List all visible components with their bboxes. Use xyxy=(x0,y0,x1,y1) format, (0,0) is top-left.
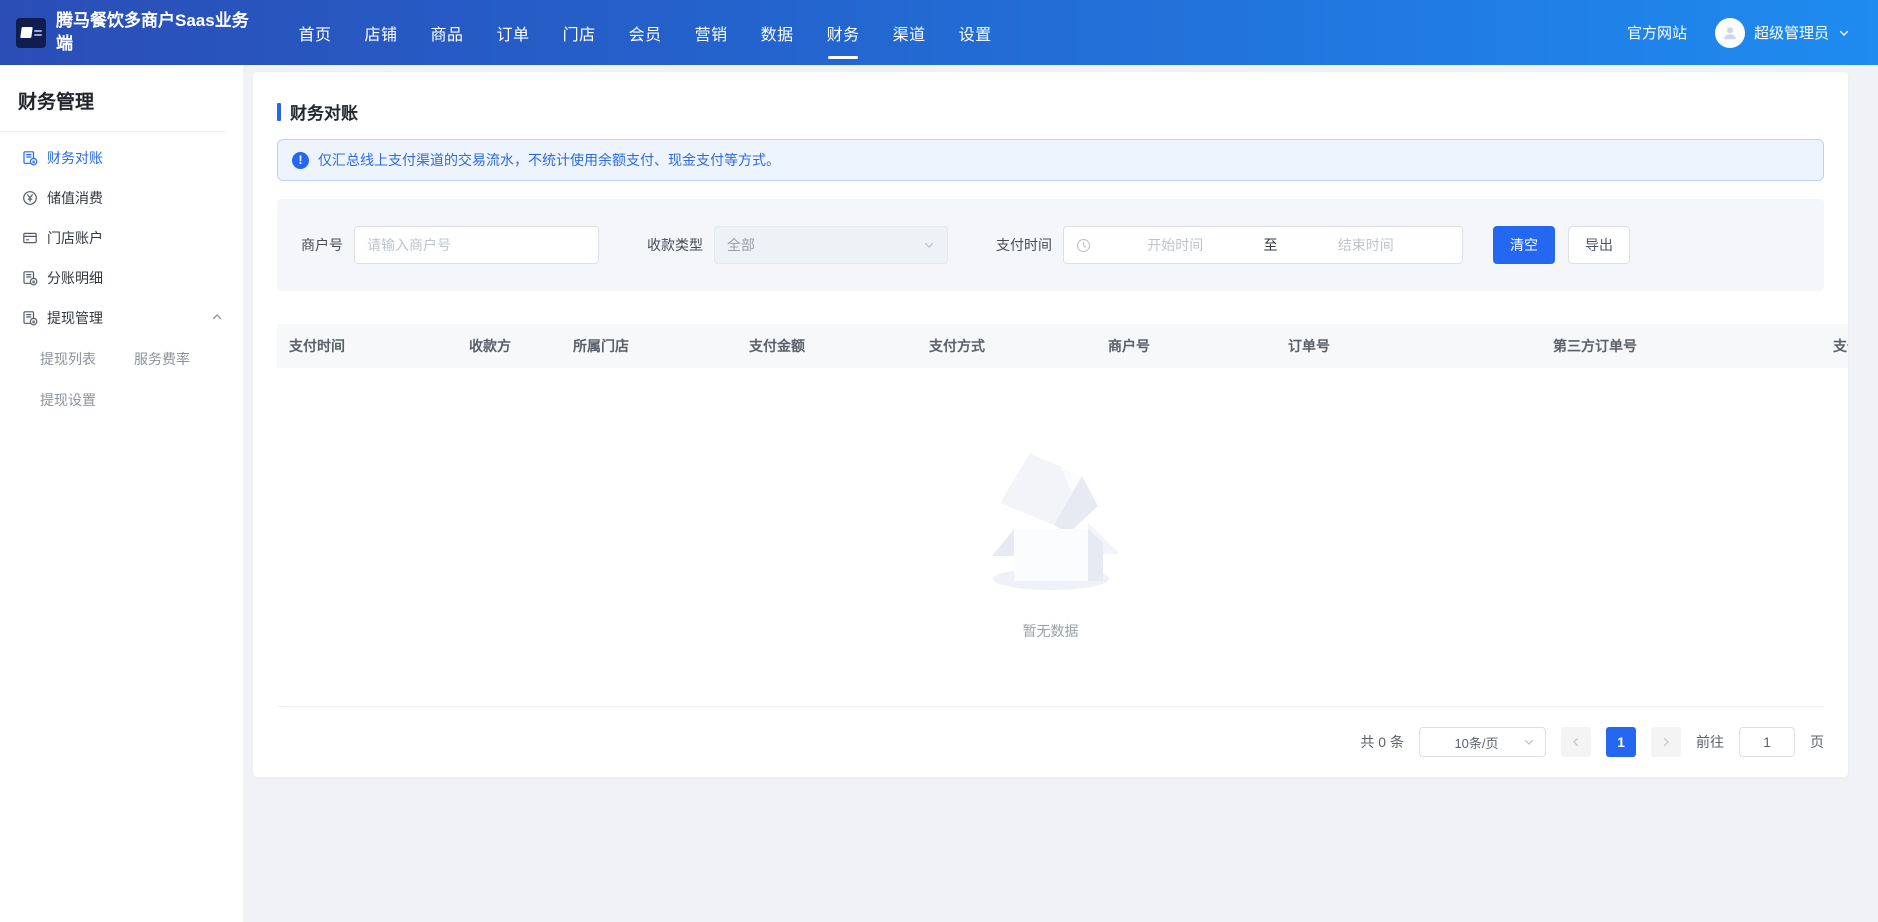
sidebar: 财务管理 财务对账 储值消费 门店账户 分账明细 xyxy=(0,65,243,922)
chevron-up-icon xyxy=(211,310,223,326)
nav-item-orders[interactable]: 订单 xyxy=(480,0,546,65)
nav-item-data[interactable]: 数据 xyxy=(744,0,810,65)
sidebar-item-reconciliation[interactable]: 财务对账 xyxy=(0,138,243,178)
type-select[interactable]: 全部 xyxy=(714,226,948,264)
column-header-pay-time: 支付时间 xyxy=(289,336,469,356)
main-nav: 首页 店铺 商品 订单 门店 会员 营销 数据 财务 渠道 设置 xyxy=(282,0,1008,65)
nav-item-marketing[interactable]: 营销 xyxy=(678,0,744,65)
type-label: 收款类型 xyxy=(647,235,703,255)
official-site-link[interactable]: 官方网站 xyxy=(1627,22,1687,43)
nav-item-home[interactable]: 首页 xyxy=(282,0,348,65)
user-menu[interactable]: 超级管理员 xyxy=(1715,18,1850,48)
type-select-value: 全部 xyxy=(727,235,923,255)
column-header-order-id: 订单号 xyxy=(1288,336,1553,356)
withdraw-submenu: 提现列表 服务费率 提现设置 xyxy=(0,338,243,420)
column-header-pay-truncated: 支付 xyxy=(1833,336,1848,356)
sidebar-item-withdraw-management[interactable]: 提现管理 xyxy=(0,298,243,338)
end-time-placeholder[interactable]: 结束时间 xyxy=(1282,235,1451,255)
range-separator: 至 xyxy=(1260,235,1282,255)
clear-button[interactable]: 清空 xyxy=(1493,226,1555,264)
date-range-picker[interactable]: 开始时间 至 结束时间 xyxy=(1063,226,1463,264)
chevron-right-icon xyxy=(1660,736,1672,748)
column-header-store: 所属门店 xyxy=(573,336,749,356)
next-page-button[interactable] xyxy=(1651,727,1681,757)
top-nav-bar: 腾马餐饮多商户Saas业务端 首页 店铺 商品 订单 门店 会员 营销 数据 财… xyxy=(0,0,1878,65)
page-size-select[interactable]: 10条/页 xyxy=(1419,727,1546,757)
goto-label: 前往 xyxy=(1696,732,1724,752)
card-icon xyxy=(22,230,38,246)
start-time-placeholder[interactable]: 开始时间 xyxy=(1091,235,1260,255)
info-icon: ! xyxy=(292,152,309,169)
empty-box-illustration xyxy=(976,433,1126,595)
sidebar-menu: 财务对账 储值消费 门店账户 分账明细 提现管理 xyxy=(0,132,243,420)
sidebar-item-label: 分账明细 xyxy=(47,268,103,288)
empty-text: 暂无数据 xyxy=(1023,621,1079,641)
sidebar-subitem-service-rate[interactable]: 服务费率 xyxy=(134,338,243,379)
time-filter-group: 支付时间 开始时间 至 结束时间 xyxy=(996,226,1463,264)
chevron-down-icon xyxy=(923,239,935,251)
sidebar-item-label: 门店账户 xyxy=(47,228,103,248)
nav-item-members[interactable]: 会员 xyxy=(612,0,678,65)
page-title: 财务对账 xyxy=(290,99,358,124)
app-logo: 腾马餐饮多商户Saas业务端 xyxy=(0,10,252,56)
chevron-down-icon xyxy=(1838,27,1850,39)
prev-page-button[interactable] xyxy=(1561,727,1591,757)
title-accent-bar xyxy=(277,103,281,121)
alert-text: 仅汇总线上支付渠道的交易流水，不统计使用余额支付、现金支付等方式。 xyxy=(318,150,780,170)
filter-panel: 商户号 收款类型 全部 支付时间 开始时间 至 结束时间 xyxy=(277,199,1824,291)
page-title-row: 财务对账 xyxy=(277,72,1824,124)
pagination: 共 0 条 10条/页 1 前往 页 xyxy=(277,707,1824,777)
export-button[interactable]: 导出 xyxy=(1568,226,1630,264)
current-page-button[interactable]: 1 xyxy=(1606,727,1636,757)
table-header-row: 支付时间 收款方 所属门店 支付金额 支付方式 商户号 订单号 第三方订单号 支… xyxy=(277,324,1848,368)
chevron-left-icon xyxy=(1570,736,1582,748)
merchant-input[interactable] xyxy=(354,226,599,264)
column-header-payee: 收款方 xyxy=(469,336,573,356)
merchant-label: 商户号 xyxy=(301,235,343,255)
column-header-pay-method: 支付方式 xyxy=(929,336,1108,356)
user-name: 超级管理员 xyxy=(1754,22,1829,43)
nav-item-channels[interactable]: 渠道 xyxy=(876,0,942,65)
sidebar-item-label: 提现管理 xyxy=(47,308,103,328)
ledger-icon xyxy=(22,310,38,326)
yen-circle-icon xyxy=(22,190,38,206)
ledger-icon xyxy=(22,150,38,166)
nav-item-shop[interactable]: 店铺 xyxy=(348,0,414,65)
sidebar-item-label: 储值消费 xyxy=(47,188,103,208)
sidebar-subitem-withdraw-settings[interactable]: 提现设置 xyxy=(40,379,134,420)
app-title: 腾马餐饮多商户Saas业务端 xyxy=(56,10,251,56)
goto-page-input[interactable] xyxy=(1739,727,1795,757)
clock-icon xyxy=(1076,238,1091,253)
sidebar-item-label: 财务对账 xyxy=(47,148,103,168)
nav-right-area: 官方网站 超级管理员 xyxy=(1627,18,1878,48)
chevron-down-icon xyxy=(1523,736,1535,748)
sidebar-subitem-withdraw-list[interactable]: 提现列表 xyxy=(40,338,134,379)
sidebar-item-split-detail[interactable]: 分账明细 xyxy=(0,258,243,298)
column-header-merchant-id: 商户号 xyxy=(1108,336,1288,356)
column-header-third-party-order-id: 第三方订单号 xyxy=(1553,336,1833,356)
time-label: 支付时间 xyxy=(996,235,1052,255)
sidebar-title: 财务管理 xyxy=(0,65,243,131)
page-unit-label: 页 xyxy=(1810,732,1824,752)
avatar-icon xyxy=(1715,18,1745,48)
sidebar-item-store-account[interactable]: 门店账户 xyxy=(0,218,243,258)
sidebar-item-stored-value[interactable]: 储值消费 xyxy=(0,178,243,218)
info-alert: ! 仅汇总线上支付渠道的交易流水，不统计使用余额支付、现金支付等方式。 xyxy=(277,139,1824,181)
nav-item-settings[interactable]: 设置 xyxy=(942,0,1008,65)
total-count: 共 0 条 xyxy=(1360,732,1404,752)
content-card: 财务对账 ! 仅汇总线上支付渠道的交易流水，不统计使用余额支付、现金支付等方式。… xyxy=(253,72,1848,777)
nav-item-stores[interactable]: 门店 xyxy=(546,0,612,65)
ledger-icon xyxy=(22,270,38,286)
filter-buttons: 清空 导出 xyxy=(1493,226,1630,264)
page-size-value: 10条/页 xyxy=(1430,733,1523,752)
column-header-amount: 支付金额 xyxy=(749,336,929,356)
empty-state: 暂无数据 xyxy=(277,368,1824,707)
app-logo-icon xyxy=(16,18,46,48)
nav-item-goods[interactable]: 商品 xyxy=(414,0,480,65)
type-filter-group: 收款类型 全部 xyxy=(647,226,948,264)
nav-item-finance[interactable]: 财务 xyxy=(810,0,876,65)
merchant-filter-group: 商户号 xyxy=(301,226,599,264)
